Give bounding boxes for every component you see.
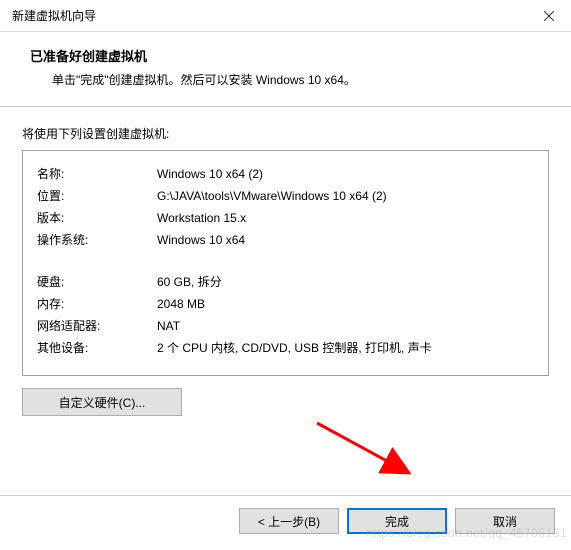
close-button[interactable] [526, 0, 571, 32]
annotation-arrow-icon [309, 415, 429, 485]
settings-row: 硬盘: 60 GB, 拆分 [37, 271, 534, 293]
settings-row: 其他设备: 2 个 CPU 内核, CD/DVD, USB 控制器, 打印机, … [37, 337, 534, 359]
settings-key: 其他设备: [37, 337, 157, 359]
settings-value: 2048 MB [157, 293, 534, 315]
content-area: 将使用下列设置创建虚拟机: 名称: Windows 10 x64 (2) 位置:… [0, 107, 571, 495]
settings-key: 版本: [37, 207, 157, 229]
settings-value: G:\JAVA\tools\VMware\Windows 10 x64 (2) [157, 185, 534, 207]
footer-buttons: < 上一步(B) 完成 取消 [0, 495, 571, 550]
settings-table: 名称: Windows 10 x64 (2) 位置: G:\JAVA\tools… [37, 163, 534, 359]
header-title: 已准备好创建虚拟机 [30, 46, 551, 65]
settings-row: 内存: 2048 MB [37, 293, 534, 315]
wizard-window: 新建虚拟机向导 已准备好创建虚拟机 单击"完成"创建虚拟机。然后可以安装 Win… [0, 0, 571, 550]
settings-row: 位置: G:\JAVA\tools\VMware\Windows 10 x64 … [37, 185, 534, 207]
settings-value: NAT [157, 315, 534, 337]
settings-row: 网络适配器: NAT [37, 315, 534, 337]
settings-key: 网络适配器: [37, 315, 157, 337]
titlebar: 新建虚拟机向导 [0, 0, 571, 32]
settings-key: 硬盘: [37, 271, 157, 293]
settings-key: 操作系统: [37, 229, 157, 251]
settings-row: 操作系统: Windows 10 x64 [37, 229, 534, 251]
settings-key: 内存: [37, 293, 157, 315]
settings-box: 名称: Windows 10 x64 (2) 位置: G:\JAVA\tools… [22, 150, 549, 376]
settings-value: Windows 10 x64 [157, 229, 534, 251]
header-subtitle: 单击"完成"创建虚拟机。然后可以安装 Windows 10 x64。 [52, 71, 551, 88]
settings-value: 60 GB, 拆分 [157, 271, 534, 293]
settings-value: 2 个 CPU 内核, CD/DVD, USB 控制器, 打印机, 声卡 [157, 337, 534, 359]
header-section: 已准备好创建虚拟机 单击"完成"创建虚拟机。然后可以安装 Windows 10 … [0, 32, 571, 107]
close-icon [544, 11, 554, 21]
spacer [22, 422, 549, 481]
settings-row: 版本: Workstation 15.x [37, 207, 534, 229]
finish-button[interactable]: 完成 [347, 508, 447, 534]
cancel-button[interactable]: 取消 [455, 508, 555, 534]
back-button[interactable]: < 上一步(B) [239, 508, 339, 534]
settings-label: 将使用下列设置创建虚拟机: [22, 125, 549, 142]
settings-value: Workstation 15.x [157, 207, 534, 229]
customize-hardware-button[interactable]: 自定义硬件(C)... [22, 388, 182, 416]
window-title: 新建虚拟机向导 [12, 7, 96, 24]
settings-value: Windows 10 x64 (2) [157, 163, 534, 185]
settings-key: 位置: [37, 185, 157, 207]
settings-key: 名称: [37, 163, 157, 185]
settings-row: 名称: Windows 10 x64 (2) [37, 163, 534, 185]
